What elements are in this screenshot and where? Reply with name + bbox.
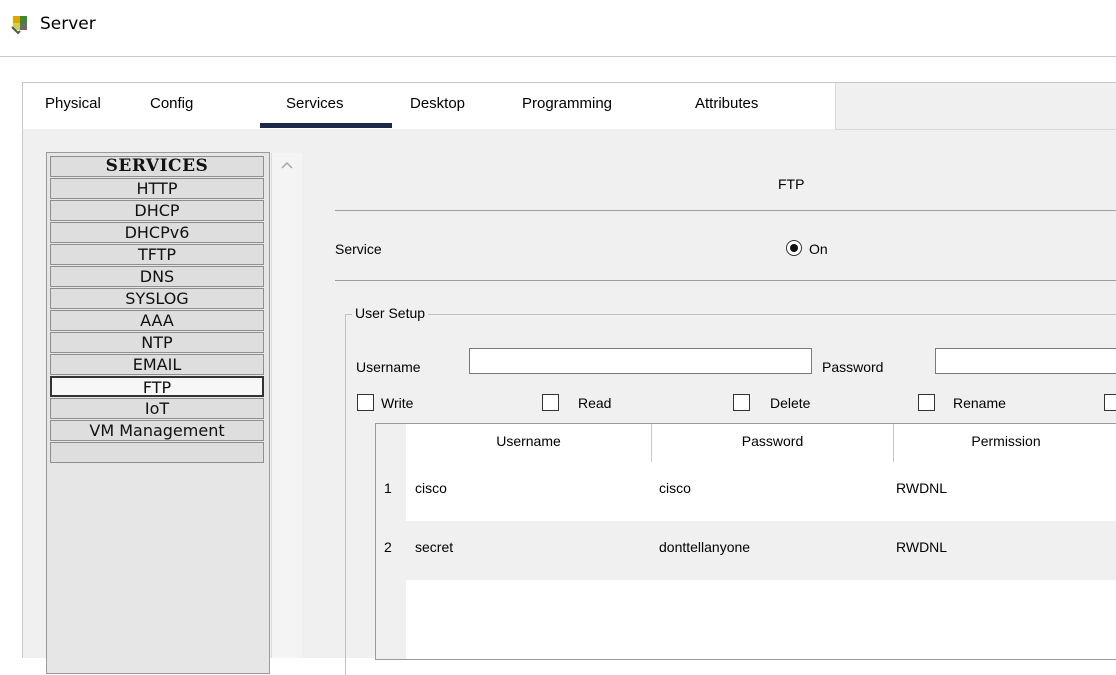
user-setup-legend: User Setup [352, 305, 429, 321]
divider [335, 280, 1116, 281]
divider [335, 210, 1116, 211]
rename-label: Rename [953, 395, 1006, 411]
service-item-ftp[interactable]: FTP [50, 376, 264, 397]
title-divider [0, 56, 1116, 57]
delete-checkbox[interactable] [733, 394, 750, 411]
ftp-panel: FTP Service On User Setup Username Passw… [323, 153, 1116, 675]
tab-bar: Physical Config Services Desktop Program… [23, 83, 1116, 130]
service-item-dhcpv6[interactable]: DHCPv6 [50, 222, 264, 243]
section-title: FTP [778, 176, 805, 192]
service-on-label: On [809, 241, 828, 257]
cell-username: secret [415, 539, 454, 555]
delete-label: Delete [770, 395, 811, 411]
column-header-permission[interactable]: Permission [894, 424, 1116, 462]
service-on-radio[interactable] [786, 240, 802, 256]
write-label: Write [381, 395, 414, 411]
table-row[interactable]: cisco cisco RWDNL [406, 462, 1116, 521]
active-tab-indicator [260, 123, 392, 128]
tab-physical[interactable]: Physical [45, 95, 101, 112]
cell-password: donttellanyone [659, 539, 751, 555]
tab-bar-fill [835, 83, 1116, 130]
scroll-up-icon[interactable] [281, 161, 293, 169]
tab-desktop[interactable]: Desktop [410, 95, 465, 112]
service-item-iot[interactable]: IoT [50, 398, 264, 419]
cell-password: cisco [659, 480, 691, 496]
username-input[interactable] [469, 348, 812, 374]
cell-username: cisco [415, 480, 447, 496]
row-number: 1 [384, 480, 392, 496]
service-item-more[interactable] [50, 442, 264, 463]
service-item-vm-management[interactable]: VM Management [50, 420, 264, 441]
service-item-tftp[interactable]: TFTP [50, 244, 264, 265]
tab-programming[interactable]: Programming [522, 95, 612, 112]
list-checkbox[interactable] [1104, 394, 1116, 411]
server-app-icon [11, 16, 27, 35]
username-label: Username [356, 359, 421, 375]
window-body: Physical Config Services Desktop Program… [22, 82, 1116, 675]
service-item-ntp[interactable]: NTP [50, 332, 264, 353]
cell-permission: RWDNL [896, 539, 948, 555]
service-item-dhcp[interactable]: DHCP [50, 200, 264, 221]
password-label: Password [822, 359, 884, 375]
column-header-password[interactable]: Password [652, 424, 893, 462]
service-item-syslog[interactable]: SYSLOG [50, 288, 264, 309]
title-bar: Server [0, 0, 1116, 56]
cell-permission: RWDNL [896, 480, 948, 496]
column-header-username[interactable]: Username [406, 424, 651, 462]
tab-services[interactable]: Services [286, 95, 344, 112]
window-title: Server [40, 14, 96, 34]
services-header: SERVICES [50, 156, 264, 177]
table-row[interactable]: secret donttellanyone RWDNL [406, 521, 1116, 580]
read-label: Read [578, 395, 612, 411]
service-label: Service [335, 241, 382, 257]
services-scrollbar[interactable] [271, 153, 302, 658]
ftp-users-table: Username Password Permission 1 cisco cis… [375, 423, 1116, 660]
row-number: 2 [384, 539, 392, 555]
write-checkbox[interactable] [357, 394, 374, 411]
read-checkbox[interactable] [542, 394, 559, 411]
service-item-aaa[interactable]: AAA [50, 310, 264, 331]
password-input[interactable] [935, 348, 1116, 374]
tab-attributes[interactable]: Attributes [695, 95, 758, 112]
tab-config[interactable]: Config [150, 95, 193, 112]
service-item-http[interactable]: HTTP [50, 178, 264, 199]
rename-checkbox[interactable] [918, 394, 935, 411]
service-item-email[interactable]: EMAIL [50, 354, 264, 375]
service-item-dns[interactable]: DNS [50, 266, 264, 287]
services-list: SERVICES HTTP DHCP DHCPv6 TFTP DNS SYSLO… [46, 152, 270, 674]
